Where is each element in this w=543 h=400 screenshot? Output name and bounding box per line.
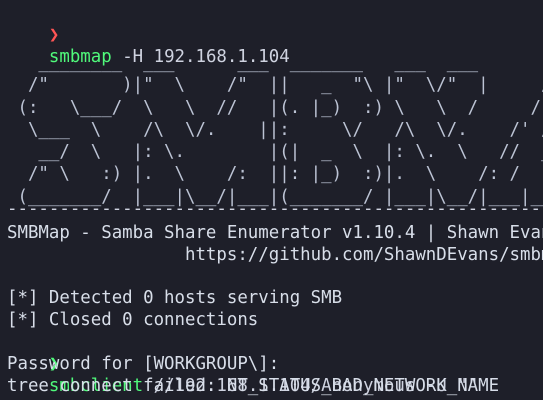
prompt-chevron-icon: ❯	[48, 25, 60, 45]
banner-line: /" )|" \ /" || _ "\ |" \/" | /""\	[7, 75, 543, 96]
command-line-smbmap: ❯ smbmap -H 192.168.1.104	[7, 2, 290, 67]
banner-line: \___ \ /\ \/. ||: \/ /\ \/. /' /\ \	[7, 119, 543, 140]
status-line: [*] Detected 0 hosts serving SMB	[7, 288, 343, 308]
error-line: tree connect failed: NT_STATUS_BAD_NETWO…	[7, 376, 500, 396]
ascii-art-banner: ________ ___ ___ _______ ___ ___ __ /" )…	[7, 52, 543, 208]
info-url-line: https://github.com/ShawnDEvans/smbmap	[7, 245, 543, 265]
banner-line: /" \ :) |. \ /: ||: |_) :)|. \ /: / / \ …	[27, 164, 521, 185]
banner-line: __/ \ |: \. |(| _ \ |: \. \ // __' \	[38, 142, 543, 163]
command-line-smbclient: ❯ smbclient //192.168.1.104/Anonymous -U…	[7, 331, 478, 396]
password-prompt-line: Password for [WORKGROUP\]:	[7, 354, 280, 374]
status-line: [*] Closed 0 connections	[7, 310, 259, 330]
info-line: SMBMap - Samba Share Enumerator v1.10.4 …	[7, 223, 543, 243]
separator-line: ----------------------------------------…	[7, 199, 543, 219]
terminal-window[interactable]: ❯ smbmap -H 192.168.1.104 ________ ___ _…	[0, 0, 543, 400]
banner-line: (: \___/ \ \ // |(. |_) :) \ \ / / \	[7, 97, 543, 118]
banner-line: ________ ___ ___ _______ ___ ___ __	[7, 53, 543, 73]
